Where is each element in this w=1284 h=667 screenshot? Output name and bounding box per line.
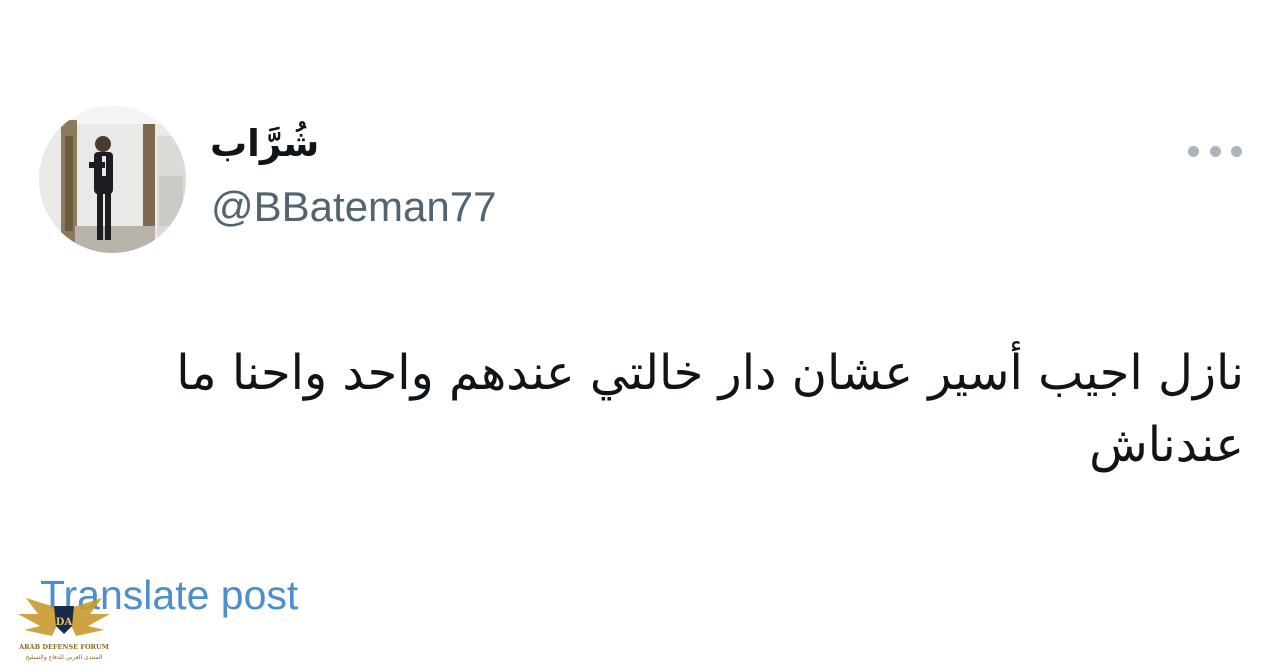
user-handle[interactable]: @BBateman77 [211,181,496,233]
svg-text:DA: DA [56,617,73,628]
more-horizontal-icon[interactable] [1188,141,1242,161]
post-text: نازل اجيب أسير عشان دار خالتي عندهم واحد… [176,345,1244,473]
profile-photo [39,106,186,253]
more-dot [1231,145,1242,157]
forum-watermark-logo: DA ARAB DEFENSE FORUM المنتدى العربي للد… [8,592,120,664]
more-dot [1209,145,1221,157]
avatar[interactable] [39,106,186,253]
more-dot [1188,145,1199,157]
svg-text:ARAB DEFENSE FORUM: ARAB DEFENSE FORUM [18,643,109,651]
svg-text:المنتدى العربي للدفاع والتسليح: المنتدى العربي للدفاع والتسليح [26,654,103,661]
display-name[interactable]: شُرَّاب [210,122,319,166]
